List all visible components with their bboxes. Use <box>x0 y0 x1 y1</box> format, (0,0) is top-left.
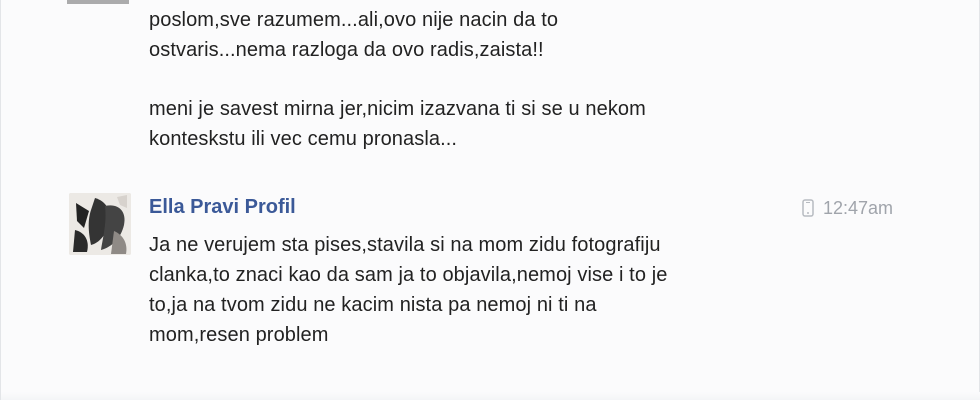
previous-sender-avatar[interactable] <box>67 0 129 4</box>
previous-message-text-2: meni je savest mirna jer,nicim izazvana … <box>149 98 646 150</box>
timestamp-text: 12:47am <box>823 197 894 218</box>
previous-message-text-1: poslom,sve razumem...ali,ovo nije nacin … <box>149 9 559 61</box>
message-timestamp: 12:47am <box>801 195 893 221</box>
thread-bottom-edge <box>1 392 980 400</box>
reply-message-text: Ja ne verujem sta pises,stavila si na mo… <box>149 234 668 346</box>
sender-name-link[interactable]: Ella Pravi Profil <box>149 193 296 221</box>
phone-icon <box>802 199 814 217</box>
message-thread: poslom,sve razumem...ali,ovo nije nacin … <box>0 0 980 400</box>
sender-avatar[interactable] <box>69 193 131 255</box>
profile-photo <box>69 193 131 255</box>
